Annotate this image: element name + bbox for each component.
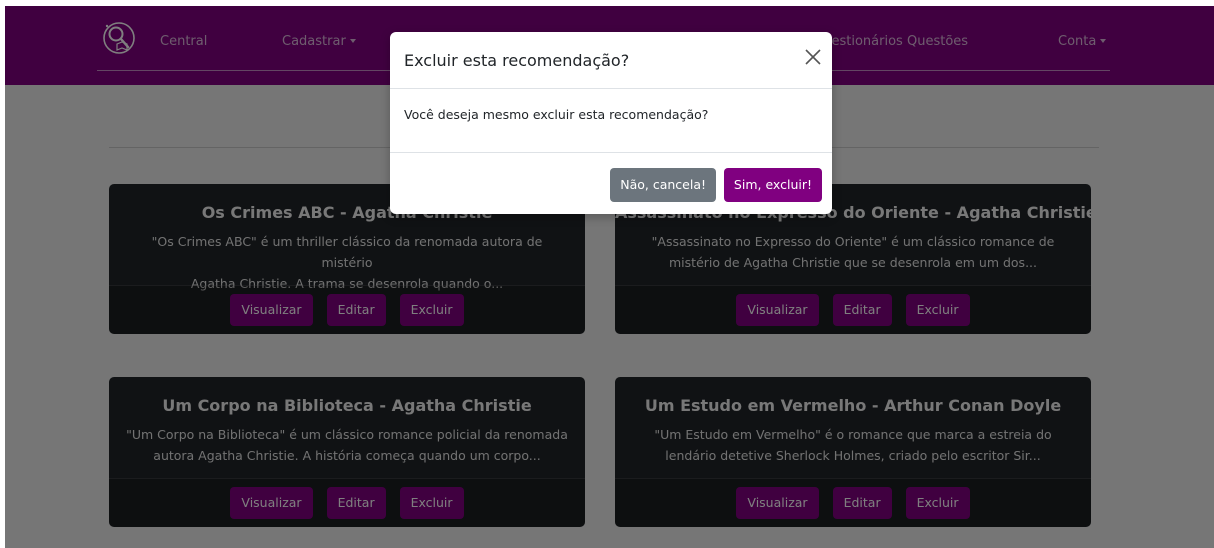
- modal-title: Excluir esta recomendação?: [404, 51, 630, 70]
- modal-body-text: Você deseja mesmo excluir esta recomenda…: [404, 107, 709, 122]
- cancel-button[interactable]: Não, cancela!: [610, 168, 716, 202]
- modal-header: Excluir esta recomendação?: [390, 32, 832, 89]
- modal-footer: Não, cancela! Sim, excluir!: [390, 152, 832, 215]
- confirm-delete-button[interactable]: Sim, excluir!: [723, 168, 822, 202]
- close-icon[interactable]: [802, 46, 824, 68]
- delete-confirmation-modal: Excluir esta recomendação? Você deseja m…: [390, 32, 832, 214]
- browser-viewport: Central Cadastrar Questionários Questões…: [5, 6, 1214, 548]
